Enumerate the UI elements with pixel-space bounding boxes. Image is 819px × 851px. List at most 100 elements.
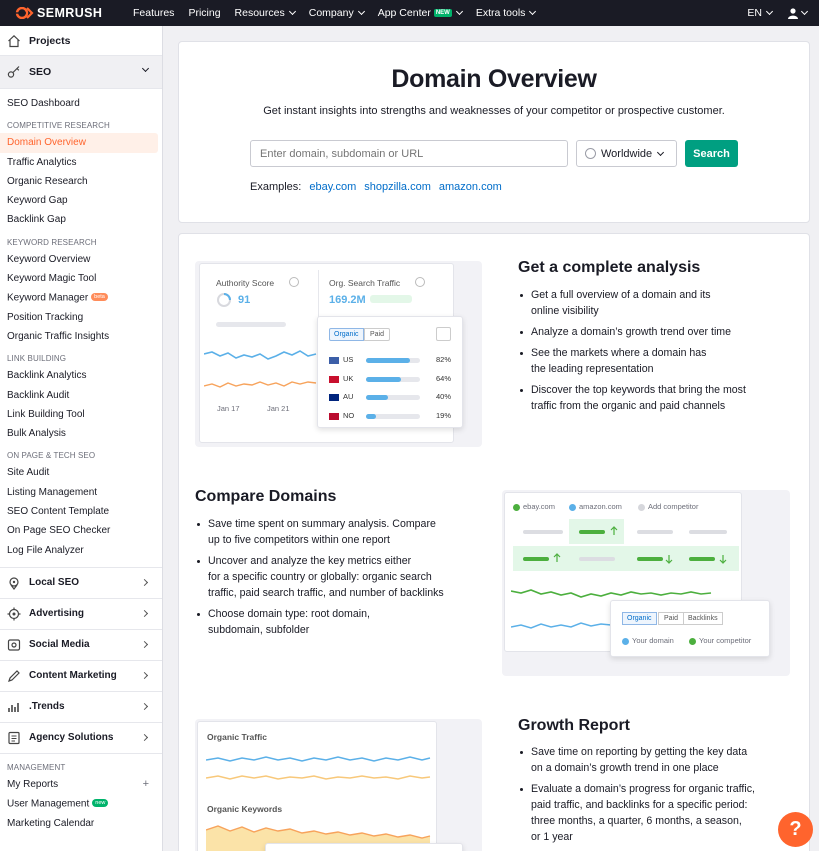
nav-item-resources[interactable]: Resources [235,7,296,19]
tab-organic[interactable]: Organic [622,612,657,625]
sidebar-item-marketing-calendar[interactable]: Marketing Calendar [0,814,162,833]
sidebar-item-label: Backlink Analytics [7,370,87,382]
sidebar-item-organic-research[interactable]: Organic Research [0,172,162,191]
sidebar-item-advertising[interactable]: Advertising [0,597,162,629]
bullet-line: online visibility [531,305,599,317]
sidebar-item-social-media[interactable]: Social Media [0,628,162,660]
top-navigation: SEMRUSH Features Pricing Resources Company A… [0,0,819,26]
tab-paid[interactable]: Paid [364,328,391,341]
export-icon[interactable] [436,327,451,341]
tab-paid[interactable]: Paid [658,612,685,625]
bullet-line: traffic, paid search traffic, and number… [208,587,444,599]
sidebar-item-label: My Reports [7,778,59,790]
user-menu[interactable] [788,7,809,19]
add-competitor-label[interactable]: Add competitor [648,502,698,511]
bullet-line: Uncover and analyze the key metrics eith… [208,555,412,567]
flag-icon [329,375,339,383]
country-bar-fill [366,358,411,363]
growth-popup [265,843,463,851]
globe-icon [585,148,596,159]
sidebar-item-backlink-audit[interactable]: Backlink Audit [0,386,162,405]
domain-overview-card: Domain Overview Get instant insights int… [178,41,810,223]
features-card: Authority Score 91 Org. Search Traffic 1… [178,233,810,851]
sidebar-item-label: Keyword Gap [7,195,68,207]
sidebar-item-site-audit[interactable]: Site Audit [0,463,162,482]
tab-backlinks[interactable]: Backlinks [683,612,723,625]
sidebar: Projects SEO SEO Dashboard COMPETITIVE R… [0,26,163,851]
sidebar-item-keyword-magic-tool[interactable]: Keyword Magic Tool [0,269,162,288]
sidebar-item-label: Traffic Analytics [7,156,77,168]
example-link-amazon[interactable]: amazon.com [439,181,502,193]
sidebar-item-trends[interactable]: .Trends [0,690,162,722]
bullet-line: traffic from the organic and paid channe… [531,400,726,412]
new-badge: new [92,799,109,808]
sidebar-item-link-building-tool[interactable]: Link Building Tool [0,405,162,424]
example-link-shopzilla[interactable]: shopzilla.com [364,181,431,193]
comparison-grid [513,519,739,571]
example-link-ebay[interactable]: ebay.com [309,181,356,193]
sidebar-item-position-tracking[interactable]: Position Tracking [0,308,162,327]
sidebar-item-listing-management[interactable]: Listing Management [0,483,162,502]
sidebar-item-organic-traffic-insights[interactable]: Organic Traffic Insights [0,327,162,346]
tab-organic[interactable]: Organic [329,328,364,341]
nav-item-app-center[interactable]: App Center NEW [378,7,463,19]
sidebar-item-domain-overview[interactable]: Domain Overview [0,133,158,153]
chevron-right-icon [140,733,149,741]
bullet-item: Evaluate a domain’s progress for organic… [519,781,789,845]
sidebar-item-projects[interactable]: Projects [0,26,162,56]
chevron-down-icon [455,7,463,16]
sidebar-item-content-marketing[interactable]: Content Marketing [0,659,162,691]
language-selector[interactable]: EN [747,7,774,19]
sidebar-item-agency-solutions[interactable]: Agency Solutions [0,721,162,753]
search-button[interactable]: Search [685,140,738,167]
bullet-item: Discover the top keywords that bring the… [519,382,789,414]
sidebar-item-label: Link Building Tool [7,408,85,420]
nav-item-pricing[interactable]: Pricing [188,7,220,19]
domain-search-input[interactable] [250,140,568,167]
sidebar-item-user-management[interactable]: User Management new [0,794,162,813]
bullet-line: Evaluate a domain’s progress for organic… [531,783,755,795]
bullet-line: Choose domain type: root domain, [208,608,370,620]
sidebar-item-keyword-overview[interactable]: Keyword Overview [0,250,162,269]
sidebar-item-label: Local SEO [29,577,80,589]
management-section: MANAGEMENT My Reports + User Management new… [0,752,162,833]
sidebar-item-seo-content-template[interactable]: SEO Content Template [0,502,162,521]
nav-item-extra-tools[interactable]: Extra tools [476,7,537,19]
nav-item-company[interactable]: Company [309,7,365,19]
bullet-line: or 1 year [531,831,573,843]
sidebar-item-label: Advertising [29,608,85,620]
sidebar-item-log-file-analyzer[interactable]: Log File Analyzer [0,541,162,560]
sidebar-item-keyword-gap[interactable]: Keyword Gap [0,191,162,210]
sidebar-item-on-page-seo-checker[interactable]: On Page SEO Checker [0,521,162,540]
legend-label: ebay.com [523,502,555,511]
country-code: NO [343,410,355,420]
sidebar-item-label: Social Media [29,639,90,651]
chevron-right-icon [140,702,149,710]
growth-widget: Organic Traffic Organic Keywords [197,721,437,851]
country-code: AU [343,392,354,401]
sidebar-item-backlink-gap[interactable]: Backlink Gap [0,210,162,229]
help-button[interactable]: ? [778,812,813,847]
sidebar-item-my-reports[interactable]: My Reports + [0,775,162,794]
sidebar-item-label: Bulk Analysis [7,428,66,440]
nav-item-features[interactable]: Features [133,7,174,19]
bullet-line: paid traffic, and backlinks for a specif… [531,799,748,811]
sidebar-item-seo-dashboard[interactable]: SEO Dashboard [0,94,162,113]
sidebar-item-label: Projects [29,34,71,47]
sidebar-item-keyword-manager[interactable]: Keyword Manager beta [0,288,162,307]
sidebar-item-bulk-analysis[interactable]: Bulk Analysis [0,424,162,443]
sidebar-item-traffic-analytics[interactable]: Traffic Analytics [0,153,162,172]
region-select[interactable]: Worldwide [576,140,677,167]
chevron-down-icon [765,7,774,16]
sidebar-item-label: Keyword Overview [7,253,91,265]
sidebar-item-seo[interactable]: SEO [0,56,162,89]
sidebar-item-local-seo[interactable]: Local SEO [0,566,162,598]
key-icon [7,66,20,78]
complete-analysis-illustration: Authority Score 91 Org. Search Traffic 1… [195,261,482,447]
semrush-logo[interactable]: SEMRUSH [0,6,133,20]
legend-dot [513,504,520,511]
bullet-line: Get a full overview of a domain and its [531,289,711,301]
sidebar-item-backlink-analytics[interactable]: Backlink Analytics [0,366,162,385]
date-label: Jan 21 [267,404,290,413]
plus-icon[interactable]: + [143,775,149,794]
